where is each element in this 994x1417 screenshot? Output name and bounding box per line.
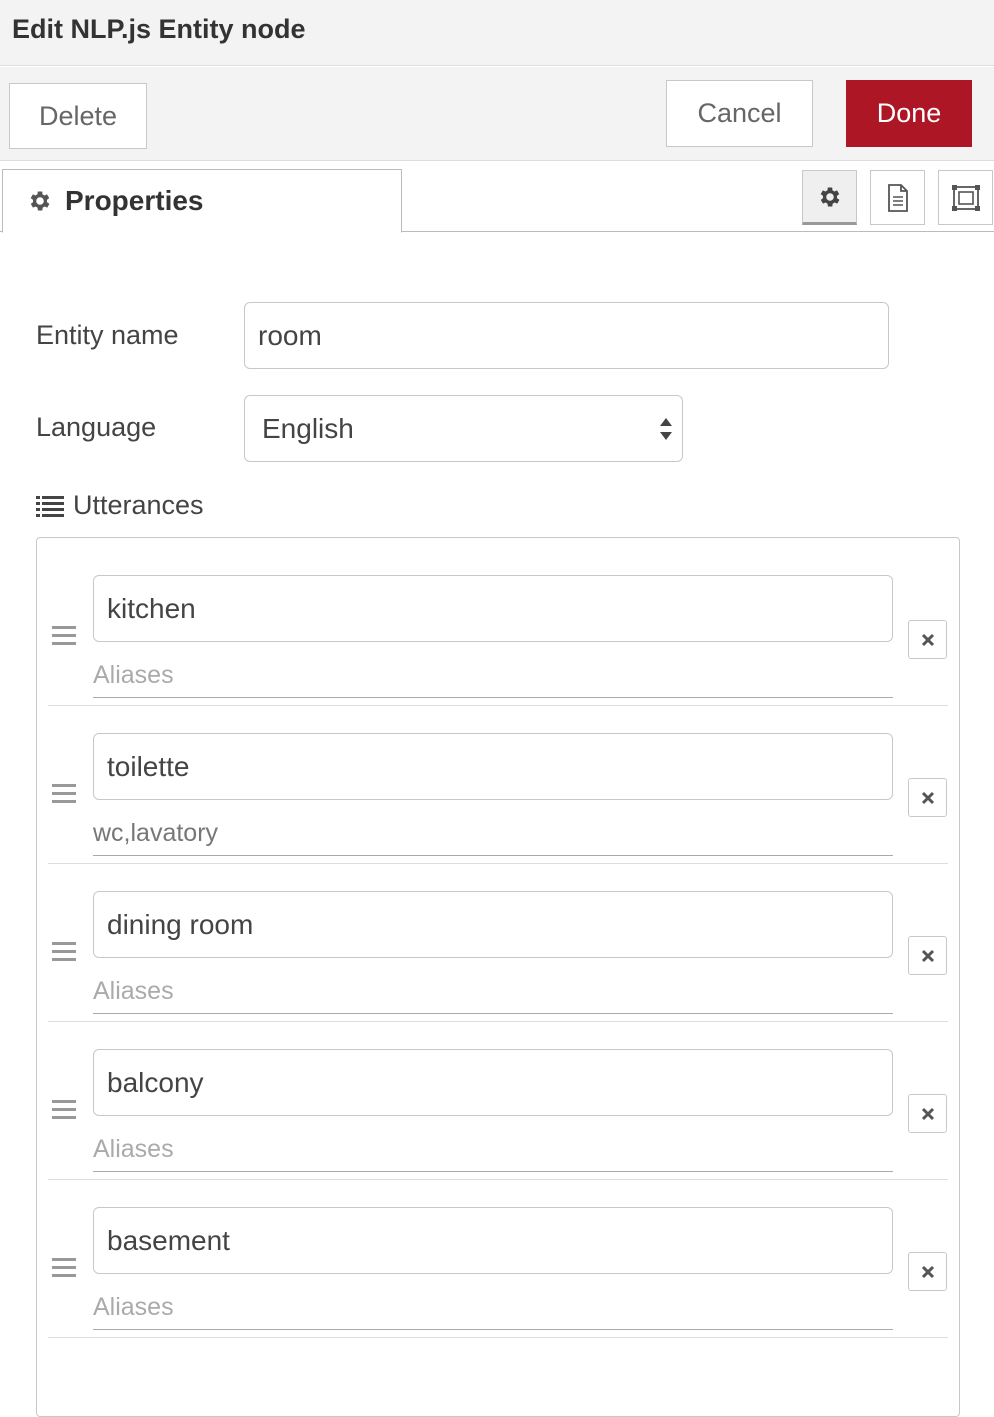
utterance-value-input[interactable]: kitchen <box>93 575 893 642</box>
aliases-input[interactable]: Aliases <box>93 1286 893 1330</box>
frame-icon <box>951 184 980 211</box>
remove-utterance-button[interactable] <box>908 620 947 659</box>
utterance-row: kitchen Aliases <box>48 548 948 706</box>
utterances-heading: Utterances <box>36 490 204 521</box>
entity-name-input[interactable]: room <box>244 302 889 369</box>
utterance-value-input[interactable]: toilette <box>93 733 893 800</box>
close-icon <box>921 633 934 646</box>
close-icon <box>921 949 934 962</box>
utterance-value-input[interactable]: dining room <box>93 891 893 958</box>
list-icon <box>36 495 64 517</box>
utterance-row: toilette wc,lavatory <box>48 706 948 864</box>
utterance-value-input[interactable]: balcony <box>93 1049 893 1116</box>
close-icon <box>921 791 934 804</box>
close-icon <box>921 1107 934 1120</box>
remove-utterance-button[interactable] <box>908 1094 947 1133</box>
drag-handle-icon[interactable] <box>52 942 76 962</box>
language-label: Language <box>36 412 157 442</box>
drag-handle-icon[interactable] <box>52 1258 76 1278</box>
gear-icon <box>30 191 50 211</box>
node-appearance-button[interactable] <box>938 170 993 225</box>
aliases-input[interactable]: Aliases <box>93 970 893 1014</box>
select-arrows-icon <box>660 418 672 440</box>
tab-properties-label: Properties <box>65 185 204 216</box>
utterances-label: Utterances <box>73 490 204 520</box>
node-description-button[interactable] <box>870 170 925 225</box>
aliases-input[interactable]: Aliases <box>93 654 893 698</box>
entity-name-label: Entity name <box>36 320 179 350</box>
aliases-input[interactable]: Aliases <box>93 1128 893 1172</box>
drag-handle-icon[interactable] <box>52 626 76 646</box>
utterance-row: basement Aliases <box>48 1180 948 1338</box>
aliases-input[interactable]: wc,lavatory <box>93 812 893 856</box>
dialog-button-bar: Delete Cancel Done <box>0 67 994 161</box>
remove-utterance-button[interactable] <box>908 778 947 817</box>
drag-handle-icon[interactable] <box>52 784 76 804</box>
language-selected-value: English <box>262 412 354 444</box>
remove-utterance-button[interactable] <box>908 936 947 975</box>
tab-properties[interactable]: Properties <box>2 169 402 233</box>
drag-handle-icon[interactable] <box>52 1100 76 1120</box>
utterance-value-input[interactable]: basement <box>93 1207 893 1274</box>
language-select[interactable]: English <box>244 395 683 462</box>
delete-button[interactable]: Delete <box>9 83 147 149</box>
tab-strip: Properties <box>0 162 994 233</box>
utterances-list: kitchen Aliases toilette wc,lavatory din… <box>36 537 960 1417</box>
cancel-button[interactable]: Cancel <box>666 80 813 147</box>
remove-utterance-button[interactable] <box>908 1252 947 1291</box>
done-button[interactable]: Done <box>846 80 972 147</box>
gear-icon <box>820 186 839 207</box>
dialog-title: Edit NLP.js Entity node <box>12 14 306 44</box>
utterance-row: dining room Aliases <box>48 864 948 1022</box>
document-icon <box>887 183 908 212</box>
dialog-header: Edit NLP.js Entity node <box>0 0 994 66</box>
close-icon <box>921 1265 934 1278</box>
node-properties-button[interactable] <box>802 170 857 225</box>
utterance-row: balcony Aliases <box>48 1022 948 1180</box>
